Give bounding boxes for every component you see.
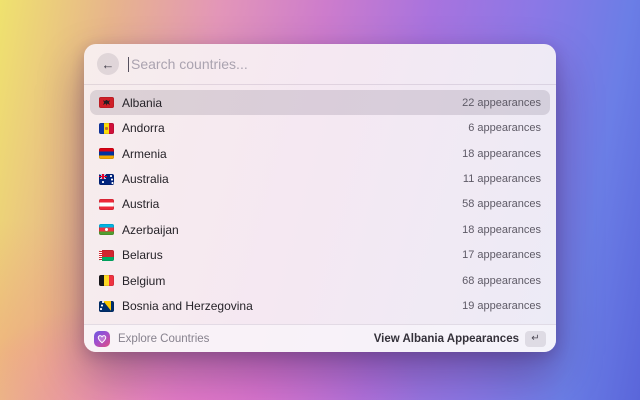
- list-item[interactable]: Azerbaijan 18 appearances: [90, 217, 550, 242]
- search-bar: ←: [84, 44, 556, 85]
- search-input-wrap: [128, 56, 543, 72]
- appearance-count: 18 appearances: [462, 223, 541, 236]
- list-item[interactable]: Belarus 17 appearances: [90, 243, 550, 268]
- primary-action-button[interactable]: View Albania Appearances ↵: [373, 330, 546, 347]
- country-list: Albania 22 appearances Andorra 6 appearance…: [84, 85, 556, 324]
- flag-icon: [99, 122, 114, 134]
- enter-key-icon: ↵: [525, 330, 546, 347]
- search-window: ← Albania 22 appearances Andorra 6 appearan…: [84, 44, 556, 352]
- flag-icon: [99, 224, 114, 236]
- appearance-count: 6 appearances: [468, 122, 541, 135]
- appearance-count: 11 appearances: [462, 173, 541, 186]
- flag-icon: [99, 275, 114, 287]
- footer-app-name: Explore Countries: [118, 332, 210, 345]
- country-name: Belgium: [122, 273, 166, 288]
- appearance-count: 18 appearances: [462, 147, 541, 160]
- list-item[interactable]: Australia 11 appearances: [90, 166, 550, 191]
- heart-icon: [94, 330, 110, 347]
- flag-icon: [99, 198, 114, 210]
- country-name: Azerbaijan: [122, 222, 179, 237]
- flag-icon: [99, 249, 114, 261]
- primary-action-label: View Albania Appearances: [373, 332, 519, 345]
- appearance-count: 22 appearances: [462, 96, 541, 109]
- country-name: Bosnia and Herzegovina: [122, 299, 253, 314]
- appearance-count: 17 appearances: [462, 249, 541, 262]
- list-item[interactable]: Armenia 18 appearances: [90, 141, 550, 166]
- country-name: Australia: [122, 172, 169, 187]
- back-arrow-icon: ←: [101, 56, 115, 72]
- list-item[interactable]: Bosnia and Herzegovina 19 appearances: [90, 294, 550, 319]
- appearance-count: 68 appearances: [462, 274, 541, 287]
- footer-bar: Explore Countries View Albania Appearanc…: [84, 324, 556, 352]
- list-item[interactable]: Andorra 6 appearances: [90, 115, 550, 140]
- flag-icon: [99, 173, 114, 185]
- country-name: Armenia: [122, 146, 167, 161]
- search-input[interactable]: [129, 56, 543, 72]
- appearance-count: 19 appearances: [462, 300, 541, 313]
- country-name: Albania: [122, 95, 163, 110]
- country-name: Belarus: [122, 248, 163, 263]
- list-item[interactable]: Austria 58 appearances: [90, 192, 550, 217]
- list-item[interactable]: Albania 22 appearances: [90, 90, 550, 116]
- list-item[interactable]: Belgium 68 appearances: [90, 268, 550, 293]
- appearance-count: 58 appearances: [462, 198, 541, 211]
- country-name: Andorra: [122, 121, 165, 136]
- back-button[interactable]: ←: [97, 53, 119, 75]
- country-name: Austria: [122, 197, 160, 212]
- flag-icon: [99, 300, 114, 312]
- flag-icon: [99, 148, 114, 160]
- flag-icon: [99, 97, 114, 109]
